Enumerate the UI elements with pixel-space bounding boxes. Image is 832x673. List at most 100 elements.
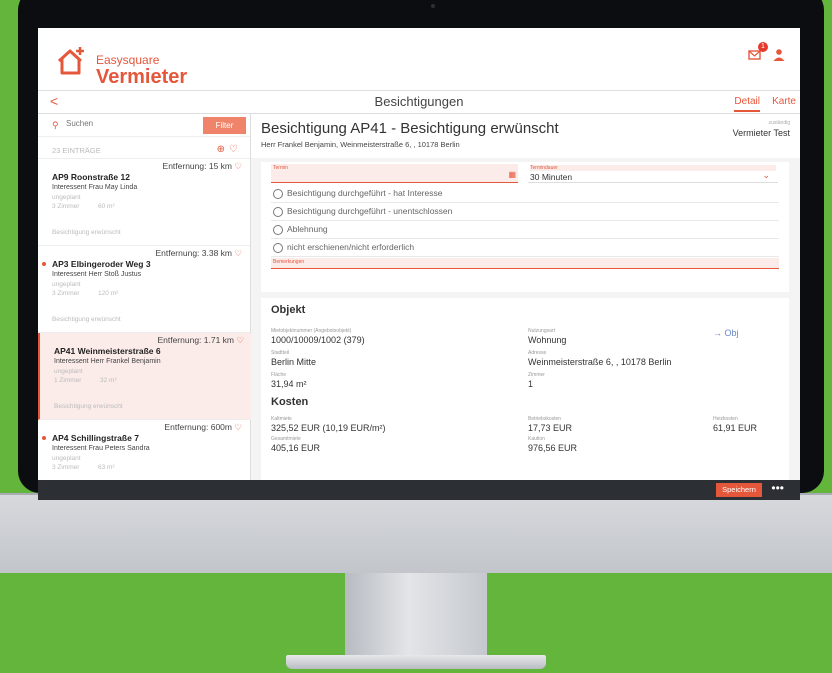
item-status: Besichtigung erwünscht (52, 316, 121, 323)
stadtteil-value: Berlin Mitte (271, 357, 317, 367)
unread-dot (42, 436, 46, 440)
header-icons: 1 (748, 42, 786, 62)
radio-label: nicht erschienen/nicht erforderlich (287, 242, 415, 252)
entries-row: 23 EINTRÄGE ⊕♡ (38, 142, 250, 159)
list-item[interactable]: Entfernung: 15 km ♡ AP9 Roonstraße 12 In… (38, 159, 250, 246)
app-header: Easysquare Vermieter 1 (38, 28, 800, 91)
radio-option[interactable]: Besichtigung durchgeführt - unentschloss… (271, 204, 779, 221)
kaution-field: Kaution 976,56 EUR (528, 436, 577, 453)
page-title: Besichtigungen (374, 94, 464, 109)
objekt-card: Objekt → Obj Mietobjektnummer (Angebotso… (261, 298, 789, 480)
mietobjekt-label: Mietobjektnummer (Angebotsobjekt) (271, 328, 352, 334)
heart-icon[interactable]: ♡ (234, 161, 242, 171)
flaeche-field: Fläche 31,94 m² (271, 372, 307, 389)
stadtteil-field: Stadtteil Berlin Mitte (271, 350, 316, 367)
list-item-selected[interactable]: Entfernung: 1.71 km ♡ AP41 Weinmeisterst… (38, 333, 252, 420)
gesamtmiete-label: Gesamtmiete (271, 436, 301, 442)
radio-circle-icon[interactable] (273, 189, 283, 199)
tab-detail[interactable]: Detail (734, 96, 760, 112)
item-rooms: 1 Zimmer (54, 377, 82, 384)
radio-circle-icon[interactable] (273, 207, 283, 217)
radio-label: Besichtigung durchgeführt - unentschloss… (287, 206, 453, 216)
search-row: ⚲ Filter (38, 114, 250, 137)
responsible-label: zuständig (768, 120, 790, 126)
list-panel: ⚲ Filter 23 EINTRÄGE ⊕♡ Entfernung: 15 k… (38, 114, 252, 480)
unread-dot (42, 262, 46, 266)
heart-icon[interactable]: ♡ (236, 335, 244, 345)
item-subtitle: Interessent Herr Stoß Justus (52, 271, 142, 278)
detail-panel: Besichtigung AP41 - Besichtigung erwünsc… (251, 114, 800, 480)
flaeche-value: 31,94 m² (271, 379, 307, 389)
title-bar: < Besichtigungen Detail Karte (38, 91, 800, 114)
flaeche-label: Fläche (271, 372, 287, 378)
notification-badge: 1 (758, 42, 768, 52)
zimmer-label: Zimmer (528, 372, 545, 378)
heizkosten-field: Heizkosten 61,91 EUR (713, 416, 757, 433)
adresse-value: Weinmeisterstraße 6, , 10178 Berlin (528, 357, 672, 367)
item-status: Besichtigung erwünscht (52, 229, 121, 236)
nutzungsart-value: Wohnung (528, 335, 567, 345)
brand-main: Vermieter (96, 66, 188, 88)
stadtteil-label: Stadtteil (271, 350, 290, 356)
user-icon (773, 49, 785, 61)
termindauer-value: 30 Minuten (530, 172, 573, 182)
appointment-form: Termin ▦ Termindauer 30 Minuten ⌄ Besich… (261, 162, 789, 292)
radio-label: Besichtigung durchgeführt - hat Interess… (287, 188, 443, 198)
chevron-down-icon: ⌄ (762, 170, 770, 180)
bemerkungen-field[interactable]: Bemerkungen (271, 258, 779, 269)
item-title: AP41 Weinmeisterstraße 6 (54, 346, 161, 356)
item-distance: Entfernung: 15 km ♡ (162, 161, 242, 171)
item-distance: Entfernung: 1.71 km ♡ (157, 335, 244, 345)
radio-option[interactable]: Ablehnung (271, 222, 779, 239)
notification-button[interactable]: 1 (748, 42, 768, 62)
item-title: AP3 Elbingeroder Weg 3 (52, 259, 151, 269)
betriebskosten-value: 17,73 EUR (528, 423, 573, 433)
house-plus-logo-icon (57, 47, 84, 75)
item-rooms: 3 Zimmer (52, 203, 80, 210)
zimmer-value: 1 (528, 379, 534, 389)
kaution-value: 976,56 EUR (528, 443, 578, 453)
gesamtmiete-field: Gesamtmiete 405,16 EUR (271, 436, 320, 453)
gesamtmiete-value: 405,16 EUR (271, 443, 321, 453)
heizkosten-value: 61,91 EUR (713, 423, 758, 433)
item-area: 63 m² (98, 464, 115, 471)
heizkosten-label: Heizkosten (713, 416, 738, 422)
search-input[interactable] (64, 118, 188, 129)
brand-top: Easysquare (96, 53, 160, 67)
filter-button[interactable]: Filter (203, 117, 246, 134)
search-icon: ⚲ (52, 120, 59, 130)
adresse-label: Adresse (528, 350, 547, 356)
termindauer-select[interactable]: Termindauer 30 Minuten ⌄ (528, 164, 778, 183)
termin-field[interactable]: Termin ▦ (271, 164, 518, 183)
heart-icon[interactable]: ♡ (234, 248, 242, 258)
app-screen: Easysquare Vermieter 1 < Besichtigungen … (38, 28, 800, 500)
add-circle-icon[interactable]: ⊕ (217, 144, 229, 155)
heart-icon[interactable]: ♡ (234, 422, 242, 432)
camera-dot (431, 4, 435, 8)
save-button[interactable]: Speichern (716, 483, 762, 497)
list-item[interactable]: Entfernung: 3.38 km ♡ AP3 Elbingeroder W… (38, 246, 250, 333)
radio-circle-icon[interactable] (273, 243, 283, 253)
user-button[interactable] (772, 48, 786, 62)
item-subtitle: Interessent Herr Frankel Benjamin (54, 358, 161, 365)
monitor-base (286, 655, 546, 669)
radio-option[interactable]: Besichtigung durchgeführt - hat Interess… (271, 186, 779, 203)
detail-subtitle: Herr Frankel Benjamin, Weinmeisterstraße… (261, 140, 460, 149)
item-title: AP9 Roonstraße 12 (52, 172, 130, 182)
item-distance: Entfernung: 600m ♡ (164, 422, 242, 432)
radio-circle-icon[interactable] (273, 225, 283, 235)
adresse-field: Adresse Weinmeisterstraße 6, , 10178 Ber… (528, 350, 671, 367)
calendar-icon[interactable]: ▦ (508, 170, 516, 179)
tab-karte[interactable]: Karte (772, 96, 796, 107)
more-options-button[interactable]: ••• (771, 481, 784, 495)
item-rooms: 3 Zimmer (52, 290, 80, 297)
objekt-link[interactable]: → Obj (713, 328, 739, 338)
item-area: 32 m² (100, 377, 117, 384)
radio-option[interactable]: nicht erschienen/nicht erforderlich (271, 240, 779, 257)
item-area: 60 m² (98, 203, 115, 210)
item-subtitle: Interessent Frau Peters Sandra (52, 445, 150, 452)
item-plan: ungeplant (54, 368, 83, 375)
item-rooms: 3 Zimmer (52, 464, 80, 471)
heart-icon[interactable]: ♡ (229, 144, 242, 155)
responsible-value: Vermieter Test (732, 128, 790, 138)
